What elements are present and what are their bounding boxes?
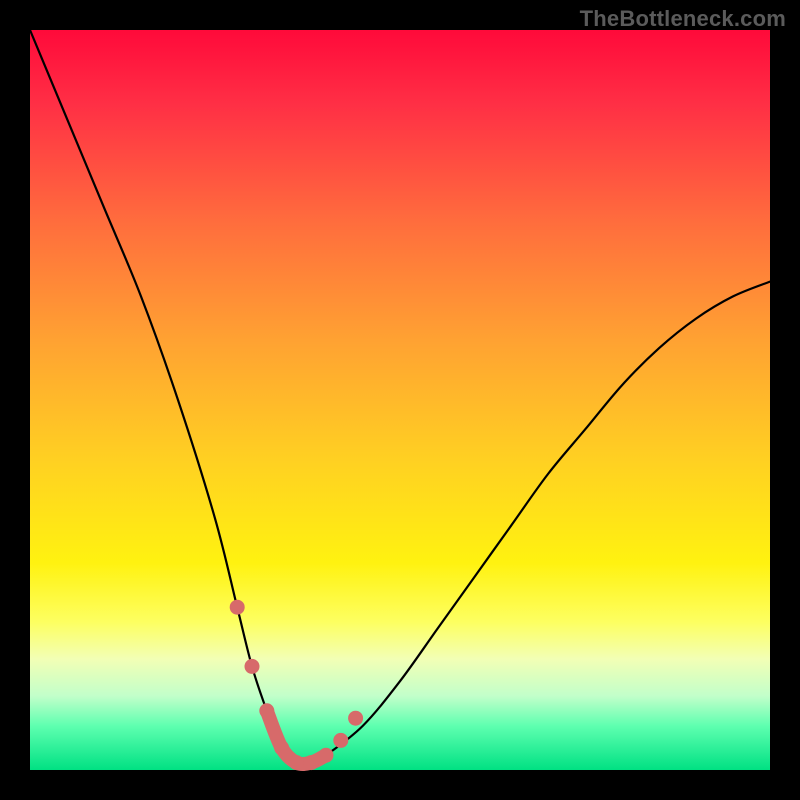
- plot-area: [30, 30, 770, 770]
- curve-marker: [333, 733, 348, 748]
- bottleneck-curve: [30, 30, 770, 764]
- watermark-text: TheBottleneck.com: [580, 6, 786, 32]
- chart-svg: [30, 30, 770, 770]
- curve-markers: [230, 600, 363, 770]
- curve-marker: [245, 659, 260, 674]
- curve-marker: [304, 755, 319, 770]
- outer-frame: TheBottleneck.com: [0, 0, 800, 800]
- curve-marker: [289, 755, 304, 770]
- curve-marker: [259, 703, 274, 718]
- curve-marker: [348, 711, 363, 726]
- curve-marker: [319, 748, 334, 763]
- curve-marker: [274, 740, 289, 755]
- curve-marker: [230, 600, 245, 615]
